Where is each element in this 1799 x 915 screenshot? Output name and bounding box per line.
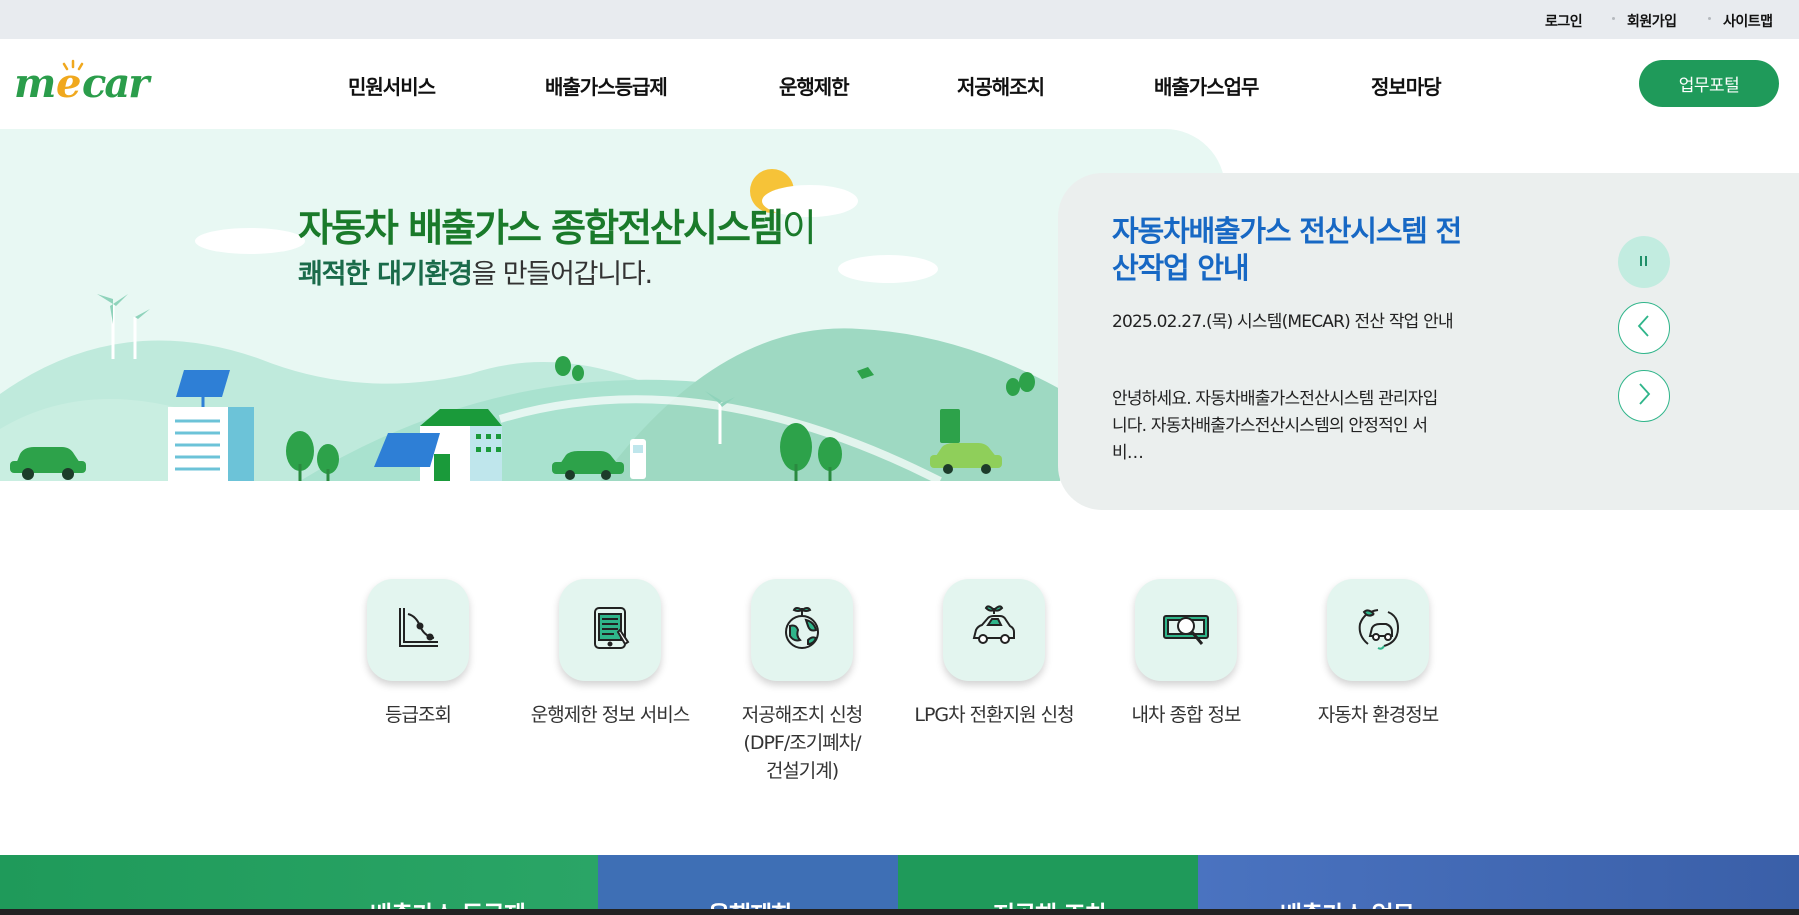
notice-date-line[interactable]: 2025.02.27.(목) 시스템(MECAR) 전산 작업 안내 bbox=[1112, 307, 1454, 332]
hero-subtitle-rest: 을 만들어갑니다. bbox=[471, 259, 653, 290]
gnb-item-low-emission[interactable]: 저공해조치 bbox=[957, 71, 1045, 100]
quick-tile bbox=[1135, 579, 1237, 681]
slider-prev-button[interactable] bbox=[1618, 302, 1670, 354]
svg-text:e: e bbox=[56, 60, 80, 107]
quick-menu-label: 자동차 환경정보 bbox=[1317, 704, 1439, 726]
hero-subtitle: 쾌적한 대기환경을 만들어갑니다. bbox=[298, 252, 653, 291]
earth-sprout-icon bbox=[778, 604, 826, 656]
banner-low-emission[interactable]: 저공해 조치 bbox=[898, 855, 1198, 915]
login-link[interactable]: 로그인 bbox=[1545, 11, 1583, 31]
eco-circle-car-icon bbox=[1354, 604, 1402, 656]
eco-car-icon bbox=[968, 604, 1020, 656]
header: m e car 민원서비스 배출가스등급제 운행제한 저공해조치 배출가스업무 … bbox=[0, 39, 1799, 129]
quick-menu-label: 운행제한 정보 서비스 bbox=[530, 704, 690, 726]
tablet-document-icon bbox=[586, 604, 634, 656]
hero-title-suffix: 이 bbox=[781, 206, 817, 250]
utility-separator bbox=[1708, 17, 1711, 20]
hero-title-bold: 자동차 배출가스 종합전산시스템 bbox=[298, 206, 784, 250]
quick-tile bbox=[559, 579, 661, 681]
utility-bar: 로그인 회원가입 사이트맵 bbox=[0, 0, 1799, 39]
banner-emission-work[interactable]: 배출가스 업무 bbox=[1198, 855, 1799, 915]
gnb-item-civil-service[interactable]: 민원서비스 bbox=[348, 71, 436, 100]
quick-menu-label: LPG차 전환지원 신청 bbox=[914, 704, 1074, 726]
sitemap-link[interactable]: 사이트맵 bbox=[1723, 11, 1773, 31]
gnb-item-info[interactable]: 정보마당 bbox=[1371, 71, 1442, 100]
banner-emission-grade[interactable]: 배출가스 등급제 bbox=[0, 855, 598, 915]
money-search-icon bbox=[1160, 604, 1212, 656]
gnb-item-driving-restriction[interactable]: 운행제한 bbox=[779, 71, 850, 100]
chevron-left-icon bbox=[1636, 314, 1652, 342]
quick-tile bbox=[943, 579, 1045, 681]
quick-tile bbox=[1327, 579, 1429, 681]
quick-menu-driving-restriction-info[interactable]: 운행제한 정보 서비스 bbox=[515, 579, 705, 729]
bottom-banners: 배출가스 등급제 운행제한 저공해 조치 배출가스 업무 bbox=[0, 855, 1799, 915]
eco-landscape-illustration bbox=[0, 169, 1060, 481]
hero-title: 자동차 배출가스 종합전산시스템이 bbox=[298, 197, 817, 252]
quick-tile bbox=[367, 579, 469, 681]
hero-subtitle-bold: 쾌적한 대기환경 bbox=[298, 259, 473, 290]
quick-menu-lpg-conversion[interactable]: LPG차 전환지원 신청 bbox=[899, 579, 1089, 729]
quick-tile bbox=[751, 579, 853, 681]
notice-body[interactable]: 안녕하세요. 자동차배출가스전산시스템 관리자입니다. 자동차배출가스전산시스템… bbox=[1112, 386, 1442, 467]
slider-next-button[interactable] bbox=[1618, 370, 1670, 422]
work-portal-button[interactable]: 업무포털 bbox=[1639, 60, 1779, 107]
quick-menu-my-car-info[interactable]: 내차 종합 정보 bbox=[1091, 579, 1281, 729]
utility-separator bbox=[1612, 17, 1615, 20]
mecar-logo[interactable]: m e car bbox=[14, 59, 164, 109]
gnb-item-emission-grade[interactable]: 배출가스등급제 bbox=[545, 71, 668, 100]
chevron-right-icon bbox=[1636, 382, 1652, 410]
bottom-edge-bar bbox=[0, 909, 1799, 915]
chart-curve-icon bbox=[394, 604, 442, 656]
notice-title[interactable]: 자동차배출가스 전산시스템 전산작업 안내 bbox=[1112, 213, 1472, 287]
quick-menu-label: 저공해조치 신청 (DPF/조기폐차/ 건설기계) bbox=[741, 704, 863, 782]
slider-pause-button[interactable] bbox=[1618, 236, 1670, 288]
svg-text:car: car bbox=[82, 60, 152, 107]
quick-menu-label: 등급조회 bbox=[385, 704, 452, 726]
pause-icon bbox=[1638, 253, 1650, 272]
hero-banner: 자동차 배출가스 종합전산시스템이 쾌적한 대기환경을 만들어갑니다. bbox=[0, 129, 1225, 481]
banner-driving-restriction[interactable]: 운행제한 bbox=[598, 855, 898, 915]
quick-menu-low-emission-apply[interactable]: 저공해조치 신청 (DPF/조기폐차/ 건설기계) bbox=[707, 579, 897, 785]
signup-link[interactable]: 회원가입 bbox=[1627, 11, 1677, 31]
gnb-item-emission-work[interactable]: 배출가스업무 bbox=[1154, 71, 1259, 100]
quick-menu-car-environment-info[interactable]: 자동차 환경정보 bbox=[1283, 579, 1473, 729]
notice-card: 자동차배출가스 전산시스템 전산작업 안내 2025.02.27.(목) 시스템… bbox=[1058, 173, 1799, 510]
quick-menu-grade-lookup[interactable]: 등급조회 bbox=[323, 579, 513, 729]
quick-menu-label: 내차 종합 정보 bbox=[1131, 704, 1242, 726]
svg-text:m: m bbox=[14, 60, 54, 107]
